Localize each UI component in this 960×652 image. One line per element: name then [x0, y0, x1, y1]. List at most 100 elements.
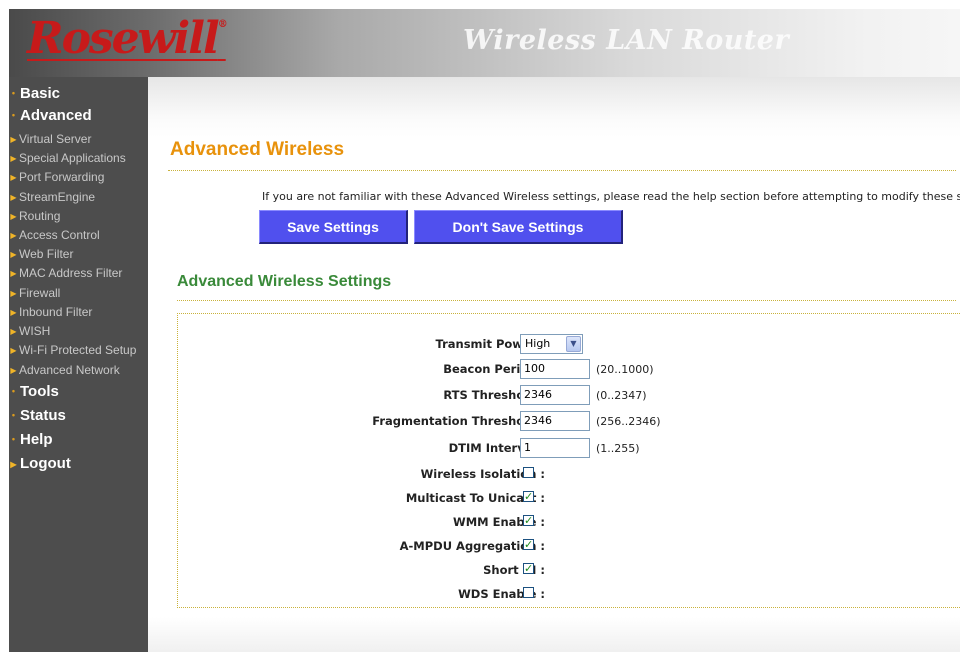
sidebar-item-wish[interactable]: ▶ WISH — [9, 324, 148, 338]
arrow-right-icon: ▶ — [10, 193, 17, 202]
sidebar-item-firewall[interactable]: ▶ Firewall — [9, 286, 148, 300]
sidebar-item-access-control[interactable]: ▶ Access Control — [9, 228, 148, 242]
sidebar-item-label: Advanced Network — [19, 363, 120, 377]
main-content: Advanced Wireless If you are not familia… — [148, 77, 960, 652]
short-gi-row: Short GI : ✓ — [178, 562, 960, 584]
page-title: Advanced Wireless — [170, 139, 345, 160]
sidebar-item-virtual-server[interactable]: ▶ Virtual Server — [9, 132, 148, 146]
sidebar-item-advanced[interactable]: • Advanced — [9, 107, 148, 124]
sidebar-item-tools[interactable]: • Tools — [9, 383, 148, 400]
sidebar-item-label: Firewall — [19, 286, 61, 300]
multicast-to-unicast-row: Multicast To Unicast : ✓ — [178, 490, 960, 512]
bullet-icon: • — [11, 410, 16, 420]
sidebar-item-label: Logout — [20, 455, 71, 472]
wireless-isolation-checkbox[interactable] — [523, 467, 534, 478]
arrow-right-icon: ▶ — [10, 269, 17, 278]
arrow-right-icon: ▶ — [10, 135, 17, 144]
fragmentation-threshold-input[interactable]: 2346 — [520, 411, 590, 431]
sidebar-item-basic[interactable]: • Basic — [9, 85, 148, 102]
sidebar-item-streamengine[interactable]: ▶ StreamEngine — [9, 190, 148, 204]
sidebar-item-help[interactable]: • Help — [9, 431, 148, 448]
wds-enable-row: WDS Enable : — [178, 586, 960, 608]
rts-threshold-input[interactable]: 2346 — [520, 385, 590, 405]
dtim-interval-input[interactable]: 1 — [520, 438, 590, 458]
rts-threshold-row: RTS Threshold : 2346 (0..2347) — [178, 385, 960, 409]
section-divider — [177, 300, 956, 301]
arrow-right-icon: ▶ — [10, 327, 17, 336]
chevron-down-icon[interactable]: ▼ — [566, 336, 581, 352]
sidebar-item-label: Port Forwarding — [19, 170, 105, 184]
arrow-right-icon: ▶ — [10, 250, 17, 259]
wireless-isolation-row: Wireless Isolation : — [178, 466, 960, 488]
settings-panel: Transmit Power : High ▼ Beacon Period : … — [177, 313, 960, 608]
dtim-interval-range: (1..255) — [596, 442, 640, 455]
section-title: Advanced Wireless Settings — [177, 273, 392, 290]
checkmark-icon: ✓ — [524, 562, 534, 575]
sidebar-item-status[interactable]: • Status — [9, 407, 148, 424]
transmit-power-row: Transmit Power : High ▼ — [178, 334, 960, 358]
sidebar-item-inbound-filter[interactable]: ▶ Inbound Filter — [9, 305, 148, 319]
dont-save-settings-button[interactable]: Don't Save Settings — [414, 210, 623, 244]
sidebar-item-label: Routing — [19, 209, 61, 223]
sidebar-item-label: Basic — [20, 85, 61, 102]
rts-threshold-range: (0..2347) — [596, 389, 647, 402]
wmm-enable-row: WMM Enable : ✓ — [178, 514, 960, 536]
wds-enable-checkbox[interactable] — [523, 587, 534, 598]
dtim-interval-row: DTIM Interval : 1 (1..255) — [178, 438, 960, 462]
arrow-right-icon: ▶ — [10, 366, 17, 375]
title-divider — [168, 170, 956, 171]
sidebar-item-label: WISH — [19, 324, 51, 338]
sidebar-item-label: Tools — [20, 383, 59, 400]
transmit-power-value: High — [525, 337, 551, 350]
bullet-icon: • — [11, 88, 16, 98]
sidebar-item-special-applications[interactable]: ▶ Special Applications — [9, 151, 148, 165]
sidebar-item-web-filter[interactable]: ▶ Web Filter — [9, 247, 148, 261]
sidebar-item-label: Advanced — [20, 107, 92, 124]
product-title: Wireless LAN Router — [463, 25, 790, 56]
checkmark-icon: ✓ — [524, 490, 534, 503]
arrow-right-icon: ▶ — [10, 308, 17, 317]
beacon-period-range: (20..1000) — [596, 363, 654, 376]
arrow-right-icon: ▶ — [10, 289, 17, 298]
sidebar-item-label: Status — [20, 407, 66, 424]
arrow-right-icon: ▶ — [10, 212, 17, 221]
sidebar-item-mac-address-filter[interactable]: ▶ MAC Address Filter — [9, 266, 148, 280]
sidebar-item-label: Inbound Filter — [19, 305, 93, 319]
ampdu-aggregation-checkbox[interactable]: ✓ — [523, 539, 534, 550]
arrow-right-icon: ▶ — [10, 460, 17, 469]
rosewill-logo: Rosewill® — [27, 13, 228, 64]
transmit-power-select[interactable]: High ▼ — [520, 334, 583, 354]
ampdu-aggregation-row: A-MPDU Aggregation : ✓ — [178, 538, 960, 560]
sidebar-item-label: Access Control — [19, 228, 100, 242]
arrow-right-icon: ▶ — [10, 154, 17, 163]
sidebar-item-label: Help — [20, 431, 53, 448]
short-gi-checkbox[interactable]: ✓ — [523, 563, 534, 574]
arrow-right-icon: ▶ — [10, 173, 17, 182]
sidebar-item-label: Web Filter — [19, 247, 74, 261]
bullet-icon: • — [11, 434, 16, 444]
sidebar-nav: • Basic • Advanced ▶ Virtual Server ▶ Special A… — [9, 77, 148, 652]
beacon-period-row: Beacon Period : 100 (20..1000) — [178, 359, 960, 383]
arrow-right-icon: ▶ — [10, 346, 17, 355]
sidebar-item-label: StreamEngine — [19, 190, 96, 204]
help-text: If you are not familiar with these Advan… — [262, 190, 960, 203]
sidebar-item-port-forwarding[interactable]: ▶ Port Forwarding — [9, 170, 148, 184]
sidebar-item-label: MAC Address Filter — [19, 266, 123, 280]
checkmark-icon: ✓ — [524, 538, 534, 551]
sidebar-item-label: Special Applications — [19, 151, 126, 165]
arrow-right-icon: ▶ — [10, 231, 17, 240]
checkmark-icon: ✓ — [524, 514, 534, 527]
wmm-enable-checkbox[interactable]: ✓ — [523, 515, 534, 526]
sidebar-item-wi-fi-protected-setup[interactable]: ▶ Wi-Fi Protected Setup — [9, 343, 148, 357]
beacon-period-input[interactable]: 100 — [520, 359, 590, 379]
sidebar-item-label: Wi-Fi Protected Setup — [19, 343, 137, 357]
sidebar-item-logout[interactable]: ▶ Logout — [9, 455, 148, 472]
sidebar-item-advanced-network[interactable]: ▶ Advanced Network — [9, 363, 148, 377]
fragmentation-threshold-row: Fragmentation Threshold : 2346 (256..234… — [178, 411, 960, 435]
multicast-to-unicast-checkbox[interactable]: ✓ — [523, 491, 534, 502]
sidebar-item-label: Virtual Server — [19, 132, 92, 146]
save-settings-button[interactable]: Save Settings — [259, 210, 408, 244]
sidebar-item-routing[interactable]: ▶ Routing — [9, 209, 148, 223]
bullet-icon: • — [11, 110, 16, 120]
fragmentation-threshold-range: (256..2346) — [596, 415, 661, 428]
